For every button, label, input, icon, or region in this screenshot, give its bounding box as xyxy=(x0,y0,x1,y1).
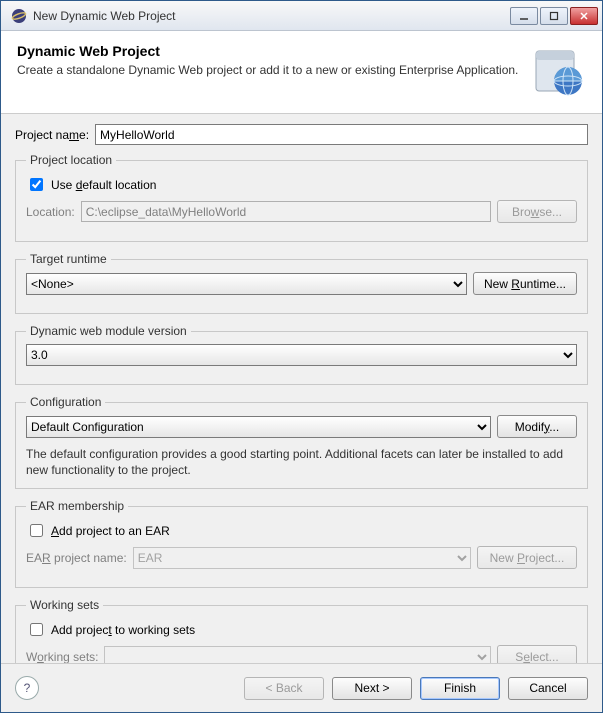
cancel-button[interactable]: Cancel xyxy=(508,677,588,700)
banner-description: Create a standalone Dynamic Web project … xyxy=(17,63,520,77)
minimize-button[interactable] xyxy=(510,7,538,25)
configuration-legend: Configuration xyxy=(26,395,105,409)
banner-heading: Dynamic Web Project xyxy=(17,43,520,59)
wizard-banner: Dynamic Web Project Create a standalone … xyxy=(1,31,602,114)
configuration-group: Configuration Default Configuration Modi… xyxy=(15,395,588,489)
web-project-icon xyxy=(530,43,586,99)
help-button[interactable]: ? xyxy=(15,676,39,700)
eclipse-icon xyxy=(11,8,27,24)
target-runtime-group: Target runtime <None> New Runtime... xyxy=(15,252,588,314)
wizard-content: Project name: Project location Use defau… xyxy=(1,114,602,663)
select-working-sets-button: Select... xyxy=(497,645,577,663)
project-location-group: Project location Use default location Lo… xyxy=(15,153,588,242)
ear-membership-legend: EAR membership xyxy=(26,499,128,513)
project-location-legend: Project location xyxy=(26,153,116,167)
ear-project-name-label: EAR project name: xyxy=(26,551,127,565)
working-sets-select xyxy=(104,646,491,663)
finish-button[interactable]: Finish xyxy=(420,677,500,700)
modify-button[interactable]: Modify... xyxy=(497,415,577,438)
maximize-button[interactable] xyxy=(540,7,568,25)
back-button: < Back xyxy=(244,677,324,700)
target-runtime-select[interactable]: <None> xyxy=(26,273,467,295)
dialog-window: New Dynamic Web Project Dynamic Web Proj… xyxy=(0,0,603,713)
project-name-row: Project name: xyxy=(15,124,588,145)
location-input xyxy=(81,201,491,222)
working-sets-group: Working sets Add project to working sets… xyxy=(15,598,588,663)
web-module-version-group: Dynamic web module version 3.0 xyxy=(15,324,588,385)
use-default-location-checkbox[interactable] xyxy=(30,178,43,191)
working-sets-legend: Working sets xyxy=(26,598,103,612)
add-to-working-sets-checkbox[interactable] xyxy=(30,623,43,636)
add-to-ear-checkbox[interactable] xyxy=(30,524,43,537)
window-buttons xyxy=(510,7,598,25)
target-runtime-legend: Target runtime xyxy=(26,252,111,266)
new-runtime-button[interactable]: New Runtime... xyxy=(473,272,577,295)
web-module-version-select[interactable]: 3.0 xyxy=(26,344,577,366)
project-name-input[interactable] xyxy=(95,124,588,145)
next-button[interactable]: Next > xyxy=(332,677,412,700)
working-sets-label: Working sets: xyxy=(26,650,98,663)
wizard-footer: ? < Back Next > Finish Cancel xyxy=(1,663,602,712)
new-ear-project-button: New Project... xyxy=(477,546,577,569)
titlebar: New Dynamic Web Project xyxy=(1,1,602,31)
use-default-location-label: Use default location xyxy=(51,178,156,192)
project-name-label: Project name: xyxy=(15,128,89,142)
add-to-working-sets-label: Add project to working sets xyxy=(51,623,195,637)
close-button[interactable] xyxy=(570,7,598,25)
ear-membership-group: EAR membership Add project to an EAR EAR… xyxy=(15,499,588,588)
configuration-hint: The default configuration provides a goo… xyxy=(26,446,577,478)
location-label: Location: xyxy=(26,205,75,219)
web-module-version-legend: Dynamic web module version xyxy=(26,324,191,338)
ear-project-name-select: EAR xyxy=(133,547,471,569)
browse-button: Browse... xyxy=(497,200,577,223)
add-to-ear-label: Add project to an EAR xyxy=(51,524,170,538)
configuration-select[interactable]: Default Configuration xyxy=(26,416,491,438)
window-title: New Dynamic Web Project xyxy=(33,9,510,23)
